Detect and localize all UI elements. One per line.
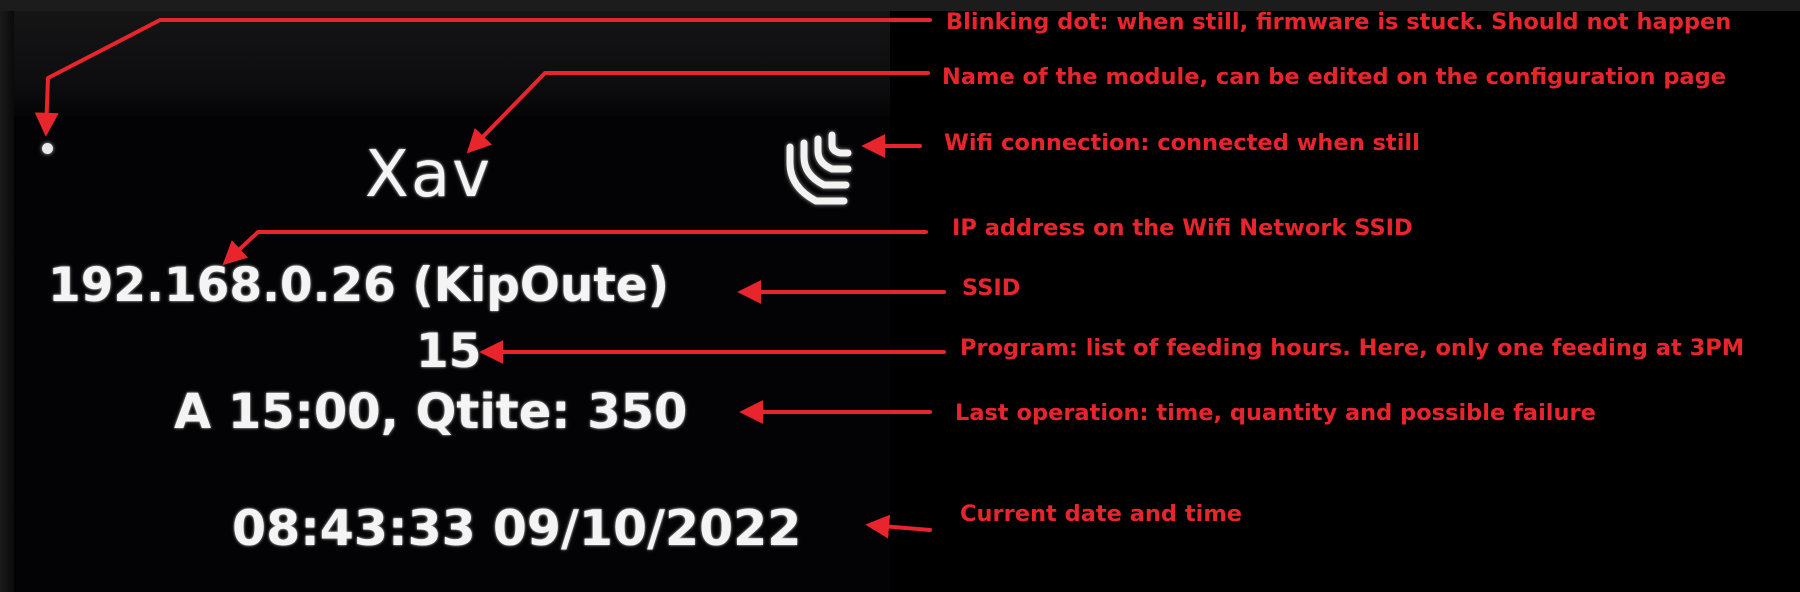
annotated-device-photo: Xav 192.168.0.26 (KipOute) 15 A 15:00, Q… [0,0,1800,592]
arrow-current-datetime [865,514,932,539]
arrow-ip-address [222,230,928,266]
annotation-ssid: SSID [962,275,1021,301]
arrow-blinking-dot [34,18,932,137]
annotation-module-name: Name of the module, can be edited on the… [942,64,1726,90]
annotation-blinking-dot: Blinking dot: when still, firmware is st… [946,9,1732,35]
arrow-module-name [466,71,930,154]
annotation-wifi: Wifi connection: connected when still [944,130,1420,156]
annotation-program: Program: list of feeding hours. Here, on… [960,335,1745,361]
annotation-current-datetime: Current date and time [960,501,1243,527]
annotation-ip-address: IP address on the Wifi Network SSID [952,215,1413,241]
annotation-last-operation: Last operation: time, quantity and possi… [955,400,1596,426]
